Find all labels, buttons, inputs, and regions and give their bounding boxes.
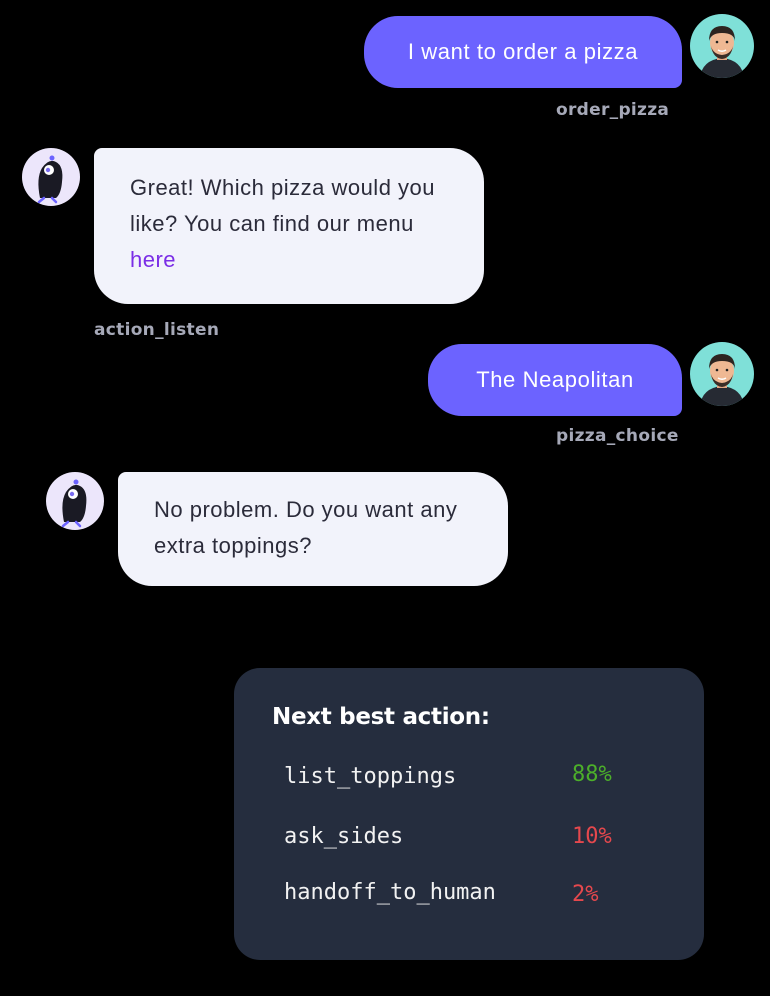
bot-message-bubble: No problem. Do you want any extra toppin… <box>118 472 508 586</box>
user-message-text: The Neapolitan <box>476 367 634 392</box>
action-confidence: 2% <box>572 882 599 907</box>
user-avatar-icon <box>690 14 754 78</box>
bird-mascot-icon <box>22 148 80 206</box>
user-message-bubble: The Neapolitan <box>428 344 682 416</box>
menu-link[interactable]: here <box>130 247 176 272</box>
user-message-text: I want to order a pizza <box>407 39 639 64</box>
bird-mascot-icon <box>46 472 104 530</box>
bot-message-bubble: Great! Which pizza would you like? You c… <box>94 148 484 304</box>
next-best-action-panel: Next best action: list_toppings 88% ask_… <box>234 668 704 960</box>
user-avatar-icon <box>690 342 754 406</box>
bot-message-text: Great! Which pizza would you like? You c… <box>130 175 436 236</box>
action-confidence: 10% <box>572 824 612 849</box>
panel-title: Next best action: <box>272 704 490 730</box>
bot-message-text: No problem. Do you want any extra toppin… <box>154 497 458 558</box>
intent-label: pizza_choice <box>556 426 679 446</box>
action-label: action_listen <box>94 320 220 340</box>
user-message-bubble: I want to order a pizza <box>364 16 682 88</box>
action-name: ask_sides <box>284 824 404 849</box>
intent-label: order_pizza <box>556 100 670 120</box>
action-name: handoff_to_human <box>284 880 496 905</box>
action-confidence: 88% <box>572 762 612 787</box>
action-name: list_toppings <box>284 764 457 789</box>
